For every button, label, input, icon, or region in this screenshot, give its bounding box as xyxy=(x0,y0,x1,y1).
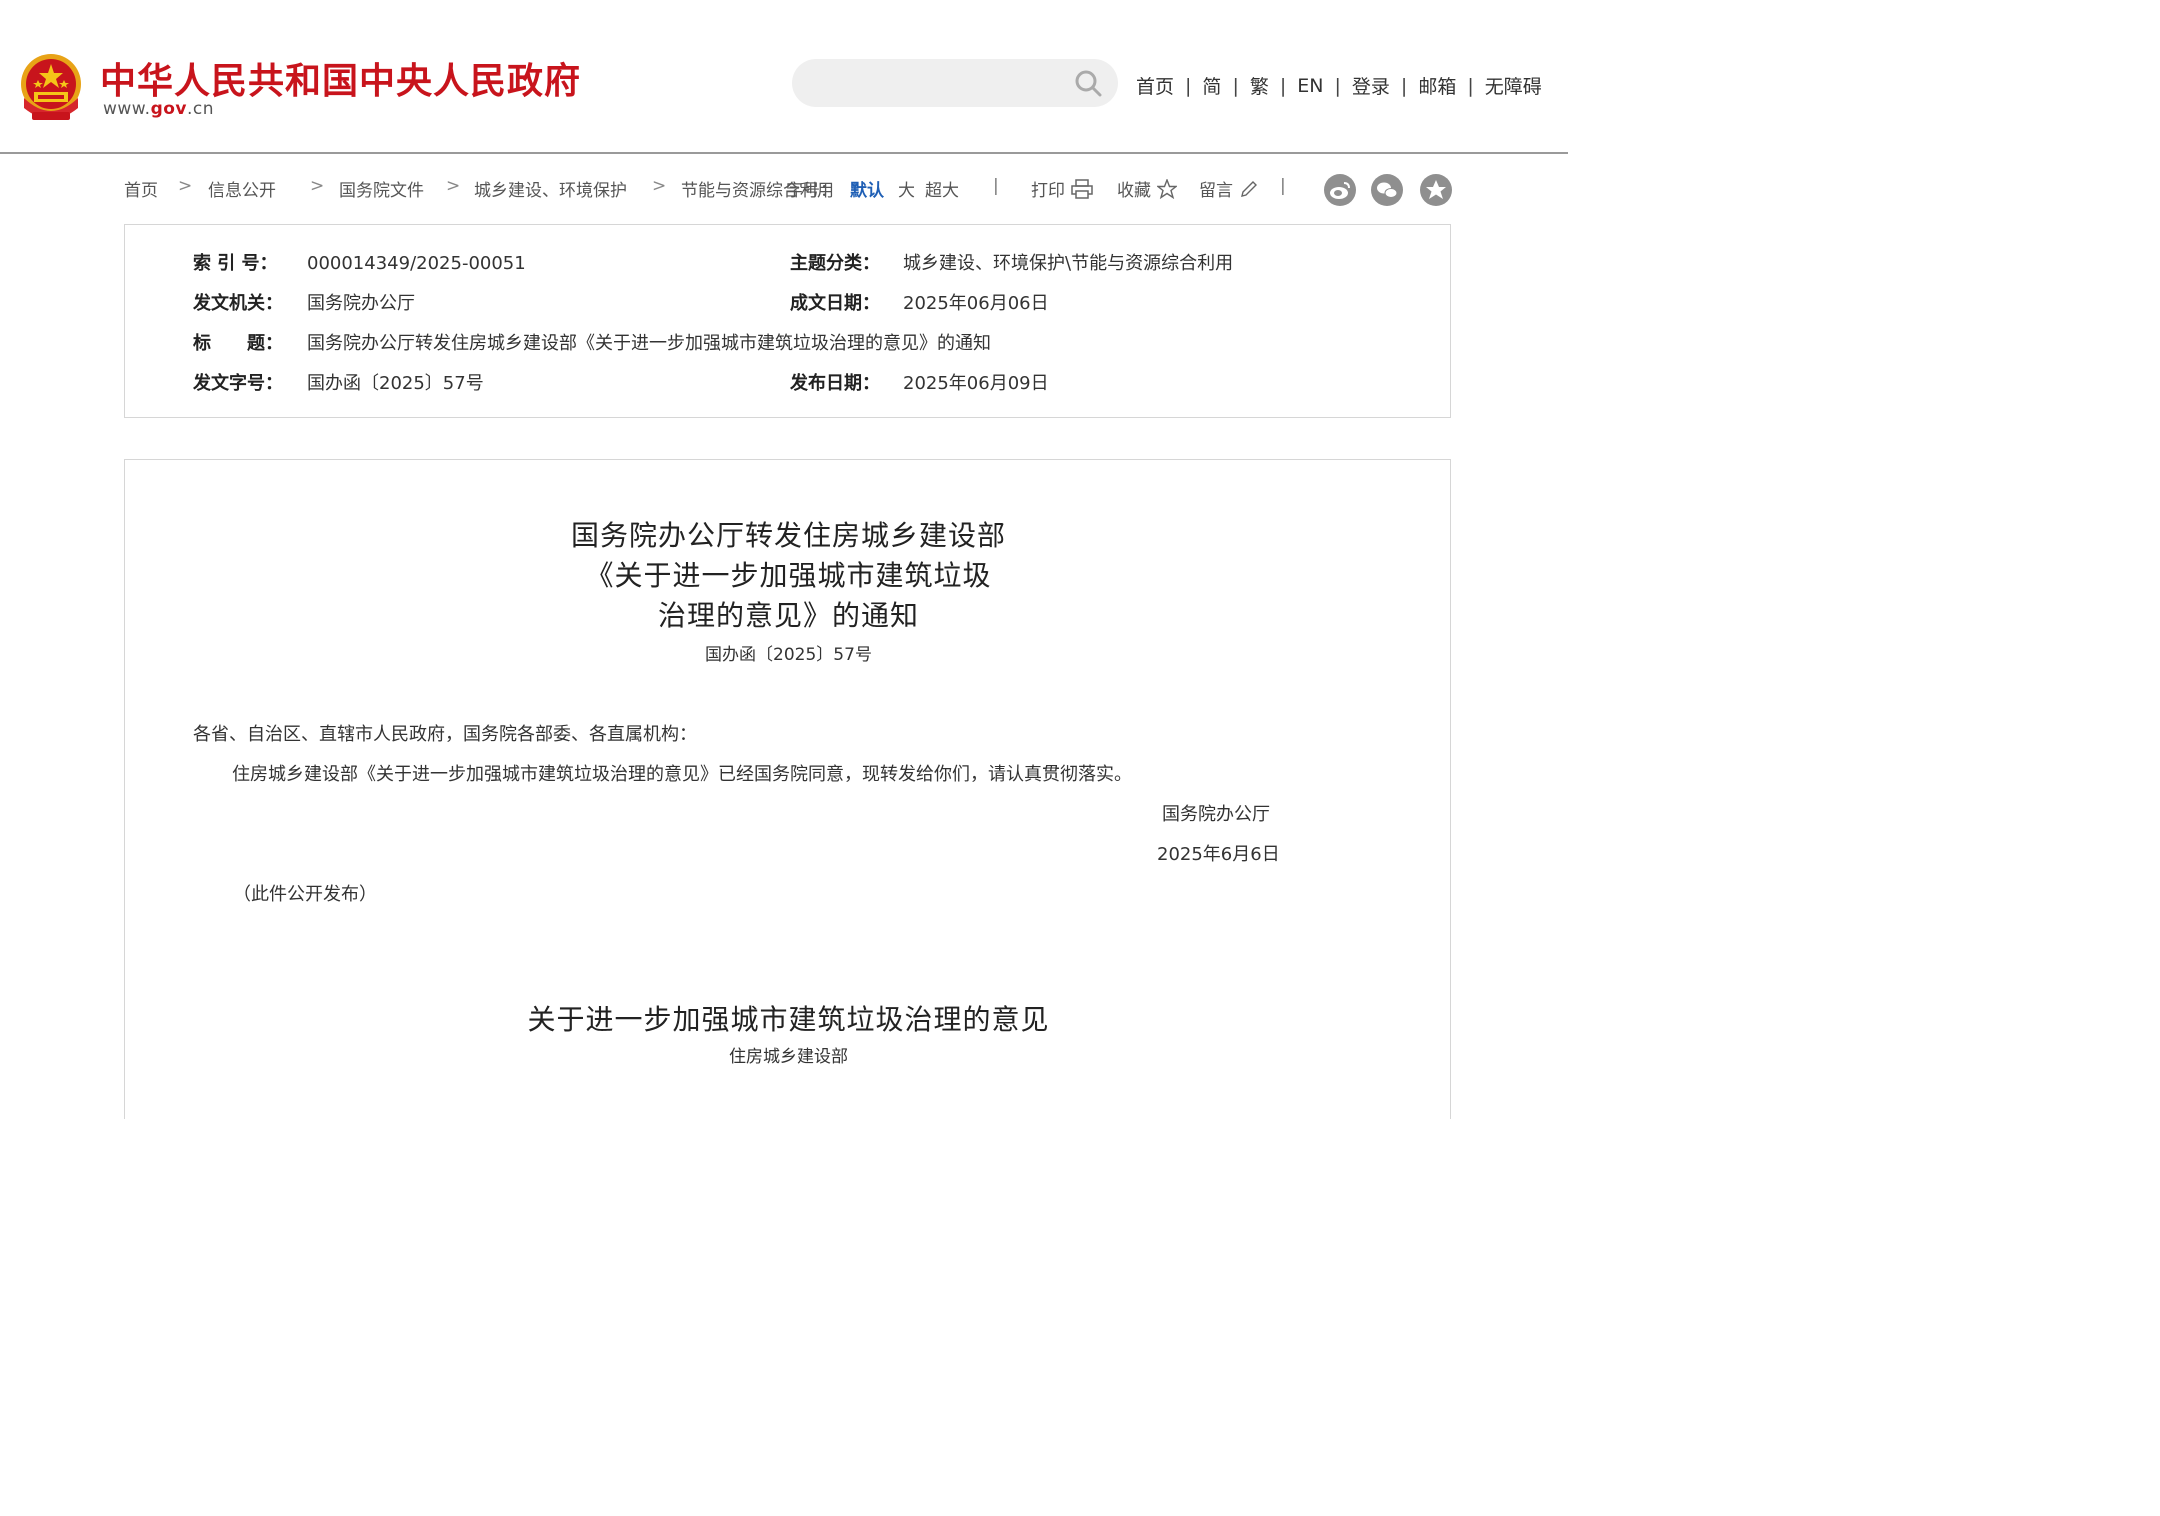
site-url: www.gov.cn xyxy=(103,99,214,119)
meta-written-label: 成文日期： xyxy=(790,293,880,314)
nav-separator: | xyxy=(1334,74,1341,97)
meta-written-value: 2025年06月06日 xyxy=(903,293,1049,314)
breadcrumb: 首页 > 信息公开 > 国务院文件 > 城乡建设、环境保护 > 节能与资源综合利… xyxy=(124,176,1454,202)
meta-published-label: 发布日期： xyxy=(790,373,880,394)
document-number: 国办函〔2025〕57号 xyxy=(705,645,872,665)
nav-login[interactable]: 登录 xyxy=(1352,72,1390,99)
meta-written-date: 成文日期： 2025年06月06日 xyxy=(790,289,1049,315)
meta-doc-number: 发文字号： 国办函〔2025〕57号 xyxy=(193,369,484,395)
meta-title-value: 国务院办公厅转发住房城乡建设部《关于进一步加强城市建筑垃圾治理的意见》的通知 xyxy=(307,333,991,354)
document-title-line-2: 《关于进一步加强城市建筑垃圾 xyxy=(585,559,992,592)
meta-topic: 主题分类： 城乡建设、环境保护\节能与资源综合利用 xyxy=(790,249,1233,275)
attachment-author: 住房城乡建设部 xyxy=(729,1047,848,1067)
document-content: 国务院办公厅转发住房城乡建设部 《关于进一步加强城市建筑垃圾 治理的意见》的通知… xyxy=(124,459,1451,1119)
meta-docno-value: 国办函〔2025〕57号 xyxy=(307,373,484,394)
nav-accessibility[interactable]: 无障碍 xyxy=(1485,72,1542,99)
document-addressee: 各省、自治区、直辖市人民政府，国务院各部委、各直属机构： xyxy=(193,724,697,745)
document-body: 住房城乡建设部《关于进一步加强城市建筑垃圾治理的意见》已经国务院同意，现转发给你… xyxy=(232,764,1132,785)
nav-mailbox[interactable]: 邮箱 xyxy=(1418,72,1456,99)
document-signature: 国务院办公厅 xyxy=(1162,804,1270,825)
document-title-line-1: 国务院办公厅转发住房城乡建设部 xyxy=(570,519,1006,552)
meta-topic-value: 城乡建设、环境保护\节能与资源综合利用 xyxy=(903,253,1234,274)
document-date: 2025年6月6日 xyxy=(1157,844,1280,865)
favorite-label: 收藏 xyxy=(1117,181,1151,201)
nav-english[interactable]: EN xyxy=(1297,75,1323,97)
font-size-large[interactable]: 大 xyxy=(898,176,915,201)
nav-separator: | xyxy=(1279,74,1287,97)
meta-issuer: 发文机关： 国务院办公厅 xyxy=(193,289,415,315)
font-size-label: 字号： xyxy=(786,181,837,201)
site-title[interactable]: 中华人民共和国中央人民政府 xyxy=(100,52,581,104)
breadcrumb-arrow: > xyxy=(310,176,325,196)
print-button[interactable]: 打印 xyxy=(1031,176,1093,201)
breadcrumb-home[interactable]: 首页 xyxy=(124,176,158,201)
breadcrumb-arrow: > xyxy=(446,176,461,196)
attachment-title: 关于进一步加强城市建筑垃圾治理的意见 xyxy=(527,1003,1050,1036)
site-url-prefix: www. xyxy=(103,99,151,119)
star-icon xyxy=(1157,178,1177,199)
site-header: 中华人民共和国中央人民政府 www.gov.cn 首页 | 简 | 繁 | EN… xyxy=(0,0,1568,154)
favorite-button[interactable]: 收藏 xyxy=(1117,176,1177,201)
printer-icon xyxy=(1071,178,1093,199)
national-emblem-icon[interactable] xyxy=(18,52,84,122)
meta-index-label: 索 引 号： xyxy=(193,253,278,274)
tool-separator: | xyxy=(993,176,999,196)
nav-separator: | xyxy=(1232,74,1239,97)
font-size-xlarge[interactable]: 超大 xyxy=(925,176,959,201)
document-title-line-3: 治理的意见》的通知 xyxy=(657,599,919,632)
nav-separator: | xyxy=(1467,74,1474,97)
meta-issuer-label: 发文机关： xyxy=(193,293,283,314)
nav-simplified[interactable]: 简 xyxy=(1202,72,1221,99)
breadcrumb-info-public[interactable]: 信息公开 xyxy=(208,176,276,201)
font-size-default[interactable]: 默认 xyxy=(850,176,884,201)
comment-label: 留言 xyxy=(1199,181,1233,201)
wechat-icon[interactable] xyxy=(1371,174,1403,206)
nav-separator: | xyxy=(1185,74,1192,97)
qzone-icon[interactable] xyxy=(1420,174,1452,206)
meta-issuer-value: 国务院办公厅 xyxy=(307,293,415,314)
meta-topic-label: 主题分类： xyxy=(790,253,880,274)
meta-published-date: 发布日期： 2025年06月09日 xyxy=(790,369,1049,395)
meta-index-value: 000014349/2025-00051 xyxy=(307,253,526,274)
meta-title: 标 题： 国务院办公厅转发住房城乡建设部《关于进一步加强城市建筑垃圾治理的意见》的… xyxy=(193,329,991,355)
search-input[interactable] xyxy=(792,59,1118,107)
meta-index: 索 引 号： 000014349/2025-00051 xyxy=(193,249,526,275)
pencil-icon xyxy=(1241,180,1257,197)
search-icon[interactable] xyxy=(1074,69,1102,97)
breadcrumb-arrow: > xyxy=(178,176,193,196)
breadcrumb-urban-rural[interactable]: 城乡建设、环境保护 xyxy=(474,176,627,201)
meta-title-label: 标 题： xyxy=(193,333,283,354)
nav-separator: | xyxy=(1400,74,1408,97)
print-label: 打印 xyxy=(1031,181,1065,201)
document-meta-box: 索 引 号： 000014349/2025-00051 主题分类： 城乡建设、环境保… xyxy=(124,224,1451,418)
nav-traditional[interactable]: 繁 xyxy=(1250,72,1269,99)
meta-published-value: 2025年06月09日 xyxy=(903,373,1049,394)
site-url-domain: gov xyxy=(150,99,187,119)
weibo-icon[interactable] xyxy=(1324,174,1356,206)
meta-docno-label: 发文字号： xyxy=(193,373,283,394)
tool-separator: | xyxy=(1280,176,1286,196)
document-note: （此件公开发布） xyxy=(233,884,377,905)
comment-button[interactable]: 留言 xyxy=(1199,176,1259,201)
breadcrumb-arrow: > xyxy=(652,176,667,196)
site-url-suffix: .cn xyxy=(187,99,215,119)
nav-home[interactable]: 首页 xyxy=(1136,72,1174,99)
top-nav: 首页 | 简 | 繁 | EN | 登录 | 邮箱 | 无障碍 xyxy=(1136,72,1542,99)
breadcrumb-state-council-docs[interactable]: 国务院文件 xyxy=(339,176,424,201)
